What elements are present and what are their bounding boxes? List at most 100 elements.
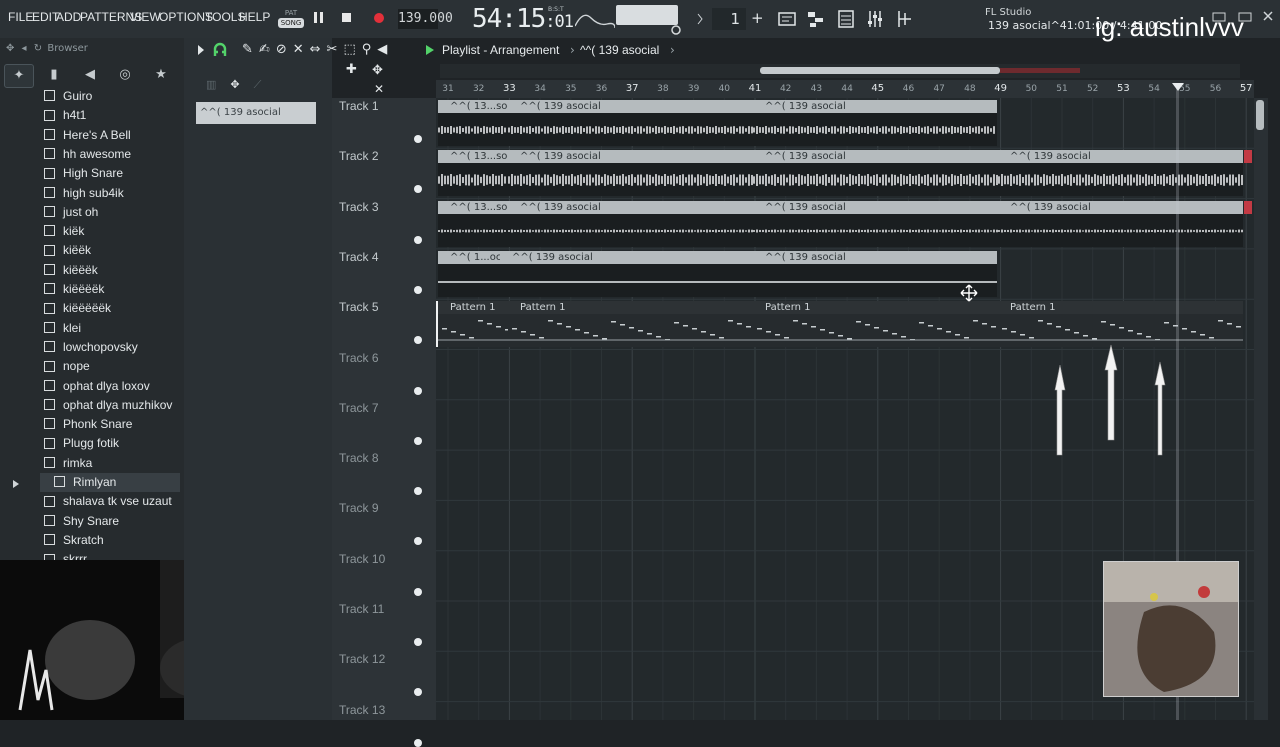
browser-item[interactable]: kiёёёk: [44, 261, 98, 280]
track-mute-dot[interactable]: [414, 235, 422, 244]
browser-item[interactable]: shalava tk vse uzaut: [44, 492, 172, 511]
track-name[interactable]: Track 2: [339, 149, 379, 163]
track-name[interactable]: Track 7: [339, 401, 379, 415]
track-mute-dot[interactable]: [414, 587, 422, 596]
browser-item[interactable]: h4t1: [44, 106, 86, 125]
browser-item[interactable]: kiёk: [44, 222, 84, 241]
browser-item[interactable]: lowchopovsky: [44, 338, 138, 357]
browser-item[interactable]: hh awesome: [44, 145, 131, 164]
track-name[interactable]: Track 5: [339, 300, 379, 314]
pattern-selector[interactable]: 1: [712, 8, 746, 30]
audio-clip[interactable]: ^^( 13...social: [438, 150, 508, 197]
playback-tool-icon[interactable]: ◀: [377, 42, 393, 57]
track-mute-dot[interactable]: [414, 436, 422, 445]
pencil-tool-icon[interactable]: ✎: [242, 42, 259, 57]
playlist-menu-arrow-icon[interactable]: [196, 44, 206, 56]
track-name[interactable]: Track 4: [339, 250, 379, 264]
track-mute-dot[interactable]: [414, 386, 422, 395]
window-close-icon[interactable]: [1262, 10, 1274, 22]
track-name[interactable]: Track 11: [339, 602, 384, 616]
track-name[interactable]: Track 3: [339, 200, 379, 214]
overview-scroll-thumb[interactable]: [760, 67, 1000, 74]
mixer-icon[interactable]: [865, 9, 885, 29]
audio-picker-icon[interactable]: ✥: [230, 78, 253, 91]
audio-clip[interactable]: ^^( 139 asocial: [508, 100, 753, 146]
browser-item[interactable]: Plugg fotik: [44, 434, 119, 453]
audio-clip[interactable]: ^^( 139 asocial: [753, 150, 998, 197]
move-tool-icon[interactable]: ✥: [372, 63, 383, 78]
browser-tab-files[interactable]: ▮: [40, 64, 68, 86]
menu-add[interactable]: ADD: [56, 10, 81, 24]
browser-item[interactable]: high sub4ik: [44, 184, 124, 203]
browser-item[interactable]: ophat dlya muzhikov: [44, 396, 172, 415]
playlist-overview-scroller[interactable]: [440, 64, 1240, 78]
browser-tab-plugins[interactable]: ◀: [76, 64, 104, 86]
vertical-scrollbar[interactable]: [1254, 98, 1268, 720]
stop-button[interactable]: [341, 12, 353, 28]
vertical-scroll-thumb[interactable]: [1256, 100, 1264, 130]
browser-item[interactable]: kiёёk: [44, 241, 91, 260]
browser-item[interactable]: Here's A Bell: [44, 126, 131, 145]
audio-clip[interactable]: ^^( 1...ocial: [438, 250, 500, 297]
add-track-button[interactable]: ✚: [346, 62, 357, 77]
audio-clip[interactable]: ^^( 13...social: [438, 200, 508, 247]
piano-roll-icon[interactable]: [806, 9, 826, 29]
audio-clip[interactable]: ^^( 13...social: [438, 100, 508, 146]
track-name[interactable]: Track 1: [339, 99, 379, 113]
picker-clip-item[interactable]: ^^( 139 asocial: [196, 102, 316, 124]
track-name[interactable]: Track 6: [339, 351, 379, 365]
pattern-picker-icon[interactable]: ▥: [206, 78, 230, 91]
playhead-marker-icon[interactable]: [1171, 82, 1185, 92]
track-name[interactable]: Track 9: [339, 501, 379, 515]
browser-item[interactable]: Rimlyan: [40, 473, 180, 492]
magnet-snap-icon[interactable]: [212, 42, 228, 58]
plugin-picker-icon[interactable]: [895, 9, 915, 29]
browser-item[interactable]: kiёёёёёk: [44, 299, 111, 318]
window-restore-icon[interactable]: [1238, 12, 1252, 22]
browser-item[interactable]: ophat dlya loxov: [44, 377, 150, 396]
track-mute-dot[interactable]: [414, 638, 422, 646]
track-mute-dot[interactable]: [414, 285, 422, 294]
knob-icon[interactable]: [670, 24, 682, 36]
browser-item[interactable]: just oh: [44, 203, 98, 222]
track-name[interactable]: Track 8: [339, 451, 379, 465]
audio-clip[interactable]: ^^( 139 asocial: [500, 250, 753, 297]
browser-item[interactable]: High Snare: [44, 164, 123, 183]
folder-expand-arrow-icon[interactable]: [10, 478, 22, 490]
browser-item[interactable]: kiёёёёk: [44, 280, 104, 299]
audio-clip[interactable]: ^^( 139 asocial: [998, 150, 1243, 197]
select-tool-icon[interactable]: ⬚: [343, 42, 361, 57]
close-track-button[interactable]: ✕: [374, 82, 384, 96]
audio-clip[interactable]: ^^( 139 asocial: [508, 150, 753, 197]
master-volume-meter[interactable]: [616, 5, 678, 25]
browser-item[interactable]: Shy Snare: [44, 512, 119, 531]
delete-tool-icon[interactable]: ⊘: [276, 42, 293, 57]
audio-clip[interactable]: ^^( 139 asocial: [753, 200, 998, 247]
browser-item[interactable]: Skratch: [44, 531, 104, 550]
browser-tab-favorites[interactable]: ★: [147, 64, 175, 86]
menu-view[interactable]: VIEW: [130, 10, 161, 24]
browser-item[interactable]: rimka: [44, 454, 92, 473]
track-name[interactable]: Track 10: [339, 552, 385, 566]
record-button[interactable]: [372, 11, 386, 29]
slice-tool-icon[interactable]: ✂: [327, 42, 344, 57]
channel-rack-icon[interactable]: [836, 9, 856, 29]
browser-tab-web[interactable]: ◎: [111, 64, 139, 86]
pat-song-toggle[interactable]: PAT SONG: [278, 8, 304, 32]
browser-item[interactable]: Guiro: [44, 87, 92, 106]
playlist-window-icon[interactable]: [777, 9, 797, 29]
audio-clip[interactable]: ^^( 139 asocial: [998, 200, 1243, 247]
pattern-clip[interactable]: Pattern 1: [508, 301, 753, 348]
menu-file[interactable]: FILE: [8, 10, 33, 24]
slip-tool-icon[interactable]: ⇔: [310, 42, 327, 57]
browser-item[interactable]: Phonk Snare: [44, 415, 132, 434]
audio-clip[interactable]: ^^( 139 asocial: [753, 100, 997, 146]
pattern-clip[interactable]: Pattern 1: [438, 301, 508, 348]
zoom-tool-icon[interactable]: ⚲: [362, 42, 378, 57]
track-mute-dot[interactable]: [414, 135, 422, 143]
pattern-prev-icon[interactable]: [696, 13, 704, 25]
mute-tool-icon[interactable]: ✕: [293, 42, 310, 57]
window-minimize-icon[interactable]: [1212, 12, 1226, 22]
track-name[interactable]: Track 12: [339, 652, 385, 666]
paint-tool-icon[interactable]: ✍: [259, 42, 276, 57]
